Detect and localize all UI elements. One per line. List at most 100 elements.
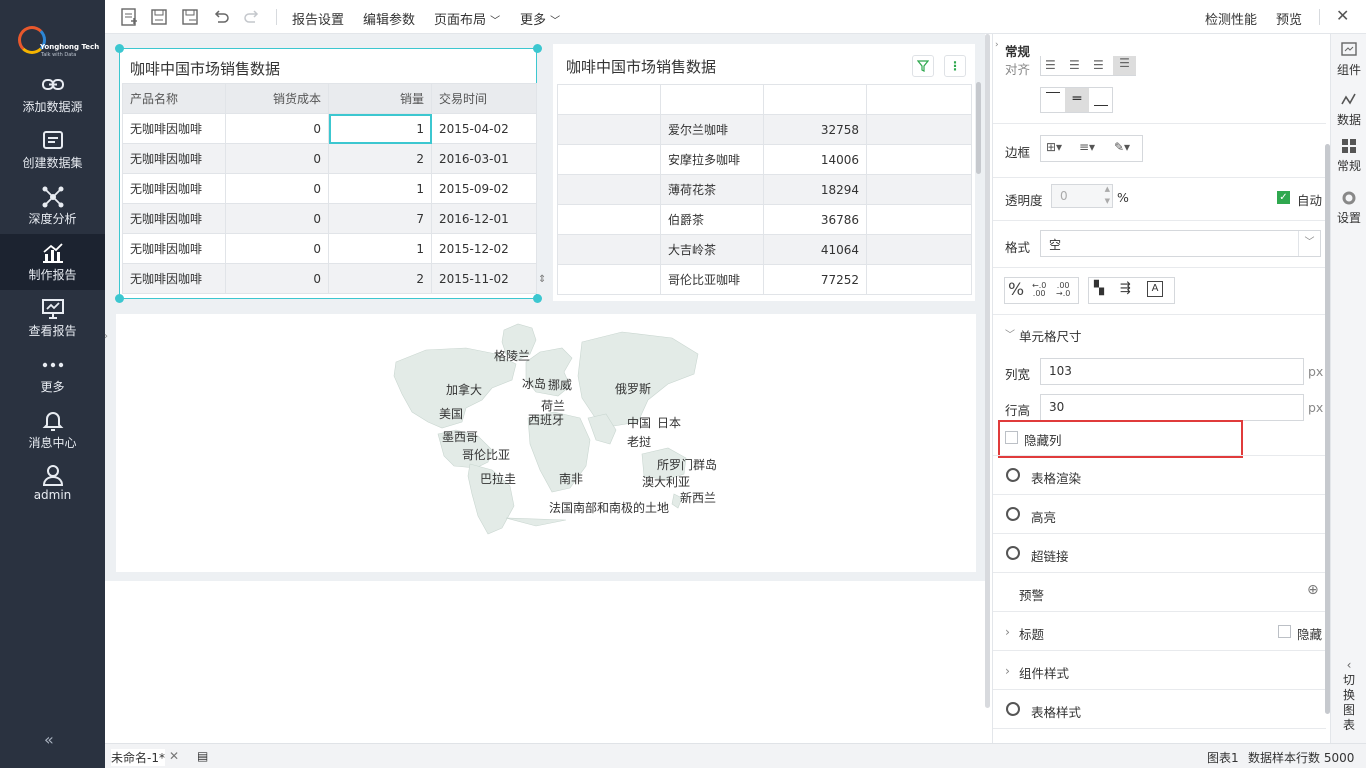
align-justify-icon[interactable]: ☰ xyxy=(1113,56,1136,75)
page-file-icon[interactable]: ▤ xyxy=(197,749,208,763)
resize-handle[interactable] xyxy=(115,44,124,53)
table-cell[interactable] xyxy=(866,234,972,265)
table-row[interactable]: 安摩拉多咖啡 14006 xyxy=(557,144,972,175)
save-icon[interactable] xyxy=(150,8,168,26)
canvas-scrollbar-thumb[interactable] xyxy=(976,82,981,174)
close-button[interactable]: ✕ xyxy=(1336,6,1349,25)
table-cell[interactable] xyxy=(866,174,972,205)
table-cell[interactable]: 哥伦比亚咖啡 xyxy=(660,264,764,295)
world-map-component[interactable]: 格陵兰 加拿大 冰岛 挪威 俄罗斯 荷兰 西班牙 美国 中国 日本 墨西哥 老挝 哥伦比亚 所罗门群岛 巴拉… xyxy=(116,314,976,572)
table-row[interactable]: 无咖啡因咖啡 0 7 2016-12-01 xyxy=(122,203,537,234)
close-tab-icon[interactable]: ✕ xyxy=(169,749,179,763)
undo-icon[interactable] xyxy=(212,8,230,26)
collapse-nav-button[interactable]: « xyxy=(44,730,54,749)
table-cell[interactable]: 2015-04-02 xyxy=(431,113,537,144)
table-cell[interactable]: 无咖啡因咖啡 xyxy=(122,113,226,144)
nav-item-more[interactable]: 更多 xyxy=(0,352,105,408)
report-tab[interactable]: 未命名-1* xyxy=(111,749,165,766)
table-cell[interactable]: 大吉岭茶 xyxy=(660,234,764,265)
table-cell[interactable] xyxy=(866,264,972,295)
table-cell[interactable]: 无咖啡因咖啡 xyxy=(122,173,226,204)
decimal-decrease-icon[interactable]: .00 →.0 xyxy=(1056,282,1070,298)
table-cell[interactable]: 18294 xyxy=(763,174,867,205)
number-format-group[interactable]: % ←.0.00 .00 →.0 xyxy=(1004,277,1079,304)
map-country-label[interactable]: 美国 xyxy=(439,405,463,422)
column-header[interactable]: 销量 xyxy=(328,83,432,114)
table-row[interactable]: 哥伦比亚咖啡 77252 xyxy=(557,264,972,295)
table-row[interactable]: 大吉岭茶 41064 xyxy=(557,234,972,265)
data-table-1[interactable]: 产品名称 销货成本 销量 交易时间 无咖啡因咖啡 0 1 2015-04-02 无咖啡因… xyxy=(122,83,537,294)
align-top-icon[interactable]: ⎺ xyxy=(1041,88,1065,112)
border-grid-icon[interactable]: ⊞▾ xyxy=(1046,140,1062,154)
percent-icon[interactable]: % xyxy=(1008,280,1024,300)
table-cell[interactable]: 伯爵茶 xyxy=(660,204,764,235)
table-cell[interactable]: 无咖啡因咖啡 xyxy=(122,233,226,264)
stepper-down-icon[interactable]: ▼ xyxy=(1105,197,1110,205)
map-country-label[interactable]: 所罗门群岛 xyxy=(657,456,717,473)
map-country-label[interactable]: 巴拉圭 xyxy=(480,470,516,487)
table-cell[interactable]: 0 xyxy=(225,203,329,234)
table-cell[interactable]: 1 xyxy=(328,173,432,204)
table-row[interactable]: 爱尔兰咖啡 32758 xyxy=(557,114,972,145)
table-cell[interactable]: 36786 xyxy=(763,204,867,235)
map-country-label[interactable]: 西班牙 xyxy=(528,411,564,428)
table-cell[interactable]: 41064 xyxy=(763,234,867,265)
decimal-increase-icon[interactable]: ←.0.00 xyxy=(1032,282,1046,298)
tab-general[interactable]: 常规 xyxy=(1331,138,1366,174)
edit-params-button[interactable]: 编辑参数 xyxy=(363,9,415,28)
auto-checkbox[interactable]: ✓ xyxy=(1277,191,1290,204)
table-component-2[interactable]: 咖啡中国市场销售数据 ⋮ 爱尔兰咖啡 32758 安摩拉多咖啡 14006 薄荷花茶 18… xyxy=(553,44,975,301)
panel-expand-icon[interactable]: › xyxy=(995,40,999,50)
table-cell[interactable] xyxy=(557,174,661,205)
report-canvas[interactable]: 咖啡中国市场销售数据 产品名称 销货成本 销量 交易时间 无咖啡因咖啡 0 1 201… xyxy=(104,34,990,743)
table-cell[interactable] xyxy=(866,204,972,235)
table-cell[interactable]: 0 xyxy=(225,173,329,204)
table-cell[interactable] xyxy=(557,234,661,265)
table-cell[interactable]: 32758 xyxy=(763,114,867,145)
nav-item-messages[interactable]: 消息中心 xyxy=(0,408,105,464)
table-row[interactable]: 无咖啡因咖啡 0 1 2015-12-02 xyxy=(122,233,537,264)
resize-handle[interactable] xyxy=(533,294,542,303)
table-cell[interactable]: 0 xyxy=(225,143,329,174)
hide-column-checkbox[interactable] xyxy=(1005,431,1018,444)
title-item[interactable]: 标题 xyxy=(1019,624,1044,643)
map-country-label[interactable]: 日本 xyxy=(657,414,681,431)
align-left-icon[interactable]: ☰ xyxy=(1045,58,1056,72)
table-cell[interactable] xyxy=(866,114,972,145)
nav-item-view-report[interactable]: 查看报告 xyxy=(0,296,105,352)
map-country-label[interactable]: 挪威 xyxy=(548,376,572,393)
check-performance-button[interactable]: 检测性能 xyxy=(1205,9,1257,28)
nav-item-make-report[interactable]: 制作报告 xyxy=(0,234,105,290)
component-style-item[interactable]: 组件样式 xyxy=(1019,663,1069,682)
filter-button[interactable] xyxy=(912,55,934,77)
chevron-down-icon[interactable]: ﹀ xyxy=(1298,231,1320,256)
data-table-2[interactable]: 爱尔兰咖啡 32758 安摩拉多咖啡 14006 薄荷花茶 18294 伯爵茶 36786 大吉… xyxy=(557,84,972,295)
wrap-text-icon[interactable]: ⇶ xyxy=(1120,281,1131,296)
table-cell[interactable]: 0 xyxy=(225,263,329,294)
map-country-label[interactable]: 加拿大 xyxy=(446,381,482,398)
column-header[interactable]: 产品名称 xyxy=(122,83,226,114)
table-row[interactable]: 无咖啡因咖啡 0 1 2015-09-02 xyxy=(122,173,537,204)
align-bottom-icon[interactable]: ⎽ xyxy=(1089,88,1113,112)
table-cell[interactable]: 2015-09-02 xyxy=(431,173,537,204)
table-cell[interactable]: 薄荷花茶 xyxy=(660,174,764,205)
map-country-label[interactable]: 俄罗斯 xyxy=(615,380,651,397)
column-header[interactable]: 交易时间 xyxy=(431,83,537,114)
stepper-up-icon[interactable]: ▲ xyxy=(1105,185,1110,193)
page-layout-menu[interactable]: 页面布局 ﹀ xyxy=(434,9,500,28)
opacity-stepper[interactable]: 0 ▲ ▼ xyxy=(1051,184,1113,208)
map-country-label[interactable]: 中国 xyxy=(627,414,651,431)
table-cell[interactable]: 2 xyxy=(328,263,432,294)
map-country-label[interactable]: 冰岛 xyxy=(522,375,546,392)
chevron-right-icon[interactable]: › xyxy=(1005,663,1010,678)
col-width-input[interactable]: 103 xyxy=(1040,358,1304,385)
map-country-label[interactable]: 新西兰 xyxy=(680,489,716,506)
report-settings-button[interactable]: 报告设置 xyxy=(292,9,344,28)
hide-title-checkbox[interactable] xyxy=(1278,625,1291,638)
table-row[interactable]: 无咖啡因咖啡 0 2 2016-03-01 xyxy=(122,143,537,174)
table-cell[interactable] xyxy=(557,204,661,235)
map-country-label[interactable]: 南非 xyxy=(559,470,583,487)
map-country-label[interactable]: 老挝 xyxy=(627,433,651,450)
table-cell[interactable]: 77252 xyxy=(763,264,867,295)
table-cell[interactable]: 0 xyxy=(225,113,329,144)
